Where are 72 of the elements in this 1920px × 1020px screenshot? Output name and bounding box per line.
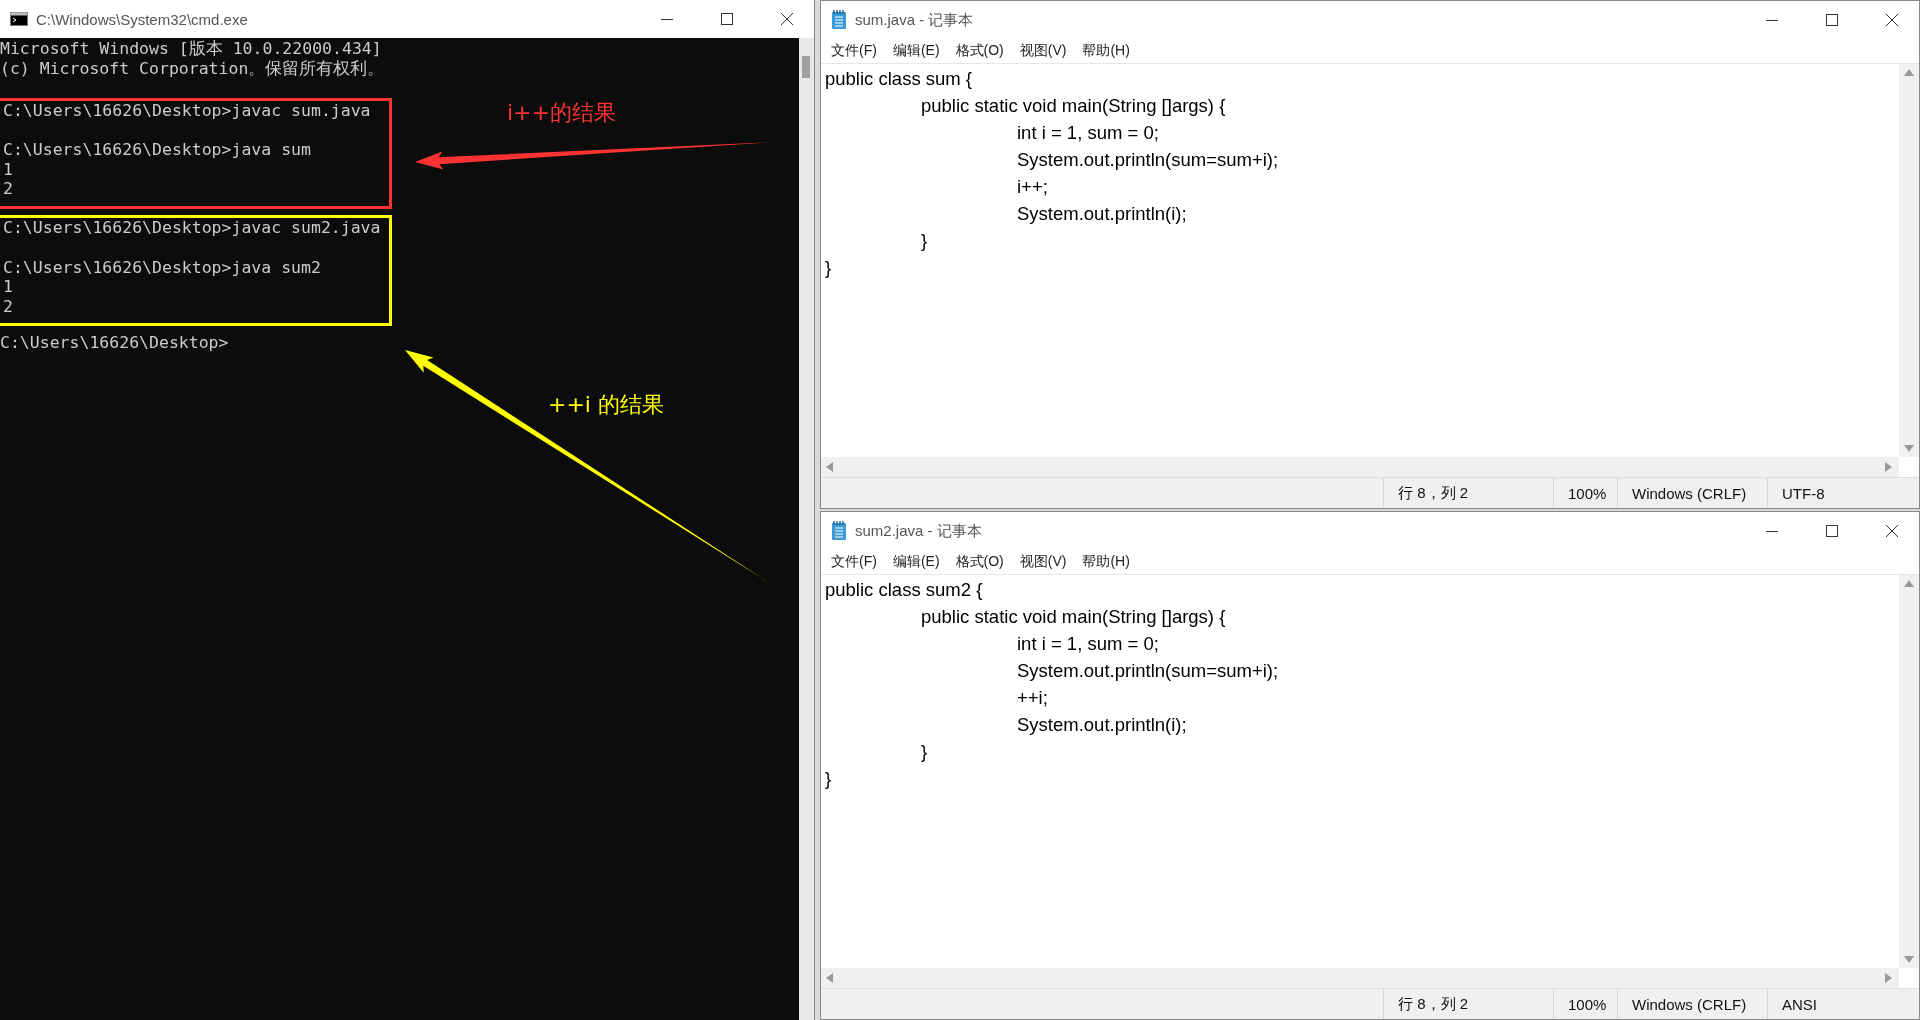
menu-item[interactable]: 帮助(H) <box>1076 553 1140 571</box>
console-line: (c) Microsoft Corporation。保留所有权利。 <box>0 58 385 80</box>
up-arrow-icon[interactable] <box>1904 579 1914 587</box>
console-line: 2 <box>3 296 13 318</box>
close-icon[interactable] <box>1885 13 1899 27</box>
line-ending: Windows (CRLF) <box>1617 478 1767 508</box>
code-line: } <box>920 740 928 764</box>
code-line: System.out.println(sum=sum+i); <box>1016 659 1279 683</box>
console-line: 1 <box>3 159 13 180</box>
encoding: ANSI <box>1767 989 1919 1019</box>
notepad-icon <box>831 521 847 541</box>
console-line: C:\Users\16626\Desktop>java sum <box>3 139 311 160</box>
menu-item[interactable]: 视图(V) <box>1013 42 1077 60</box>
down-arrow-icon[interactable] <box>1904 956 1914 964</box>
vertical-scrollbar[interactable] <box>1899 575 1919 968</box>
menu-item[interactable]: 编辑(E) <box>886 42 950 60</box>
encoding: UTF-8 <box>1767 478 1919 508</box>
menu-item[interactable]: 帮助(H) <box>1076 42 1140 60</box>
console-line: C:\Users\16626\Desktop>javac sum.java <box>3 100 371 122</box>
code-line: public class sum { <box>825 67 973 91</box>
scrollbar[interactable] <box>799 38 814 1020</box>
window-title: sum.java - 记事本 <box>855 10 975 30</box>
code-line: ++i; <box>1016 686 1048 710</box>
terminal-icon <box>10 12 28 26</box>
code-line: public static void main(String []args) { <box>920 605 1226 629</box>
console-line: C:\Users\16626\Desktop> <box>0 332 229 353</box>
maximize-icon[interactable] <box>1825 524 1839 538</box>
window-title: C:\Windows\System32\cmd.exe <box>36 10 249 28</box>
maximize-icon[interactable] <box>720 12 734 26</box>
code-line: } <box>920 229 928 253</box>
close-icon[interactable] <box>780 12 794 26</box>
code-line: } <box>825 767 832 791</box>
code-line: int i = 1, sum = 0; <box>1016 121 1159 145</box>
menu-item[interactable]: 文件(F) <box>825 42 887 60</box>
console-line: 2 <box>3 179 13 201</box>
console-line: C:\Users\16626\Desktop>java sum2 <box>3 257 321 278</box>
annotation-label: ++i 的结果 <box>548 391 664 419</box>
maximize-icon[interactable] <box>1825 13 1839 27</box>
code-line: i++; <box>1016 175 1048 199</box>
line-ending: Windows (CRLF) <box>1617 989 1767 1019</box>
code-line: } <box>825 256 832 280</box>
up-arrow-icon[interactable] <box>1904 68 1914 76</box>
code-line: System.out.println(i); <box>1016 713 1187 737</box>
horizontal-scrollbar[interactable] <box>821 457 1899 477</box>
down-arrow-icon[interactable] <box>1904 445 1914 453</box>
code-line: System.out.println(sum=sum+i); <box>1016 148 1279 172</box>
menu-item[interactable]: 视图(V) <box>1013 553 1077 571</box>
menu-item[interactable]: 格式(O) <box>949 42 1014 60</box>
left-arrow-icon[interactable] <box>825 973 833 983</box>
code-line: public static void main(String []args) { <box>920 94 1226 118</box>
notepad-icon <box>831 10 847 30</box>
left-arrow-icon[interactable] <box>825 462 833 472</box>
annotation-label: i++的结果 <box>507 99 616 127</box>
close-icon[interactable] <box>1885 524 1899 538</box>
right-arrow-icon[interactable] <box>1885 973 1893 983</box>
window-title: sum2.java - 记事本 <box>855 521 983 541</box>
menu-item[interactable]: 文件(F) <box>825 553 887 571</box>
console-line: 1 <box>3 277 13 297</box>
zoom-level: 100% <box>1553 478 1617 508</box>
vertical-scrollbar[interactable] <box>1899 64 1919 457</box>
right-arrow-icon[interactable] <box>1885 462 1893 472</box>
cursor-position: 行 8，列 2 <box>1383 478 1553 508</box>
zoom-level: 100% <box>1553 989 1617 1019</box>
code-line: public class sum2 { <box>825 578 983 602</box>
code-line: System.out.println(i); <box>1016 202 1187 226</box>
console-line: C:\Users\16626\Desktop>javac sum2.java <box>3 218 381 240</box>
menu-item[interactable]: 格式(O) <box>949 553 1014 571</box>
horizontal-scrollbar[interactable] <box>821 968 1899 988</box>
code-line: int i = 1, sum = 0; <box>1016 632 1159 656</box>
cursor-position: 行 8，列 2 <box>1383 989 1553 1019</box>
menu-item[interactable]: 编辑(E) <box>886 553 950 571</box>
console-line: Microsoft Windows [版本 10.0.22000.434] <box>0 39 382 59</box>
